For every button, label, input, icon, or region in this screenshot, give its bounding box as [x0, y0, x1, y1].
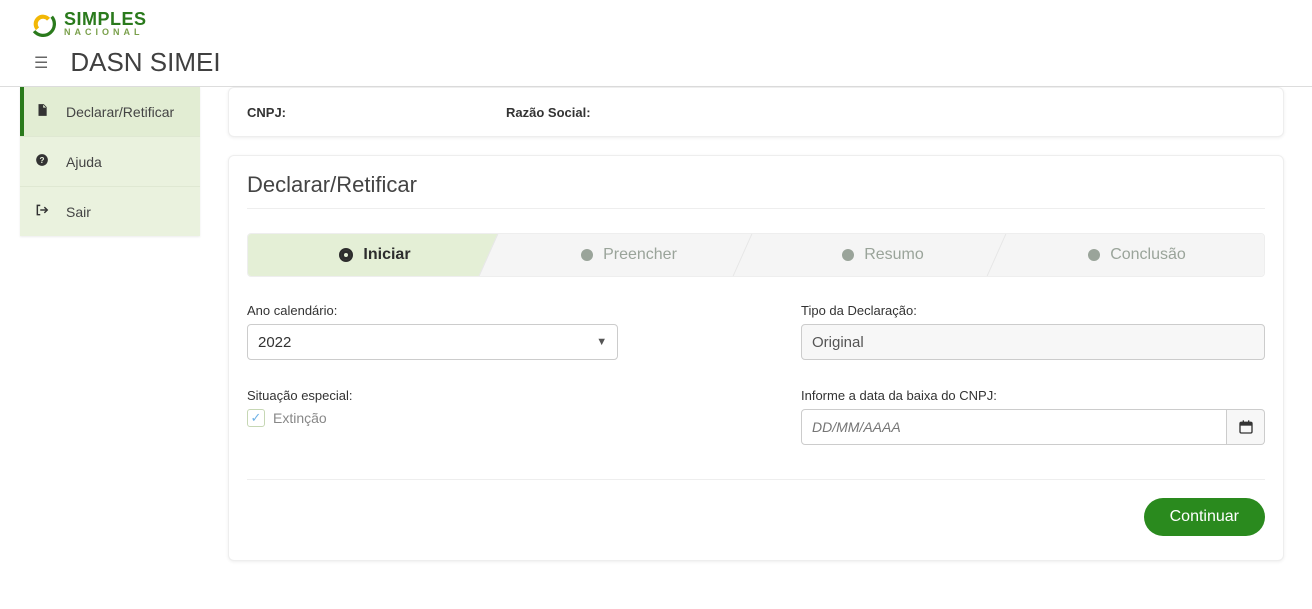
signout-icon	[34, 203, 50, 220]
svg-text:?: ?	[40, 156, 45, 165]
brand-line1: SIMPLES	[64, 10, 147, 28]
help-icon: ?	[34, 153, 50, 170]
sidebar-item-label: Ajuda	[66, 154, 102, 170]
tipo-display: Original	[801, 324, 1265, 360]
situacao-label: Situação especial:	[247, 388, 711, 403]
sidebar-item-label: Sair	[66, 204, 91, 220]
sidebar: Declarar/Retificar ? Ajuda Sair	[20, 87, 200, 236]
step-iniciar[interactable]: Iniciar	[248, 234, 502, 276]
step-label: Preencher	[603, 246, 677, 264]
brand-line2: NACIONAL	[64, 28, 147, 37]
cnpj-label: CNPJ:	[247, 105, 286, 120]
step-label: Conclusão	[1110, 246, 1186, 264]
stepper: Iniciar Preencher Resumo Conclusão	[247, 233, 1265, 277]
identity-card: CNPJ: Razão Social:	[228, 87, 1284, 137]
step-label: Resumo	[864, 246, 924, 264]
sidebar-item-label: Declarar/Retificar	[66, 104, 174, 120]
step-dot-icon	[842, 249, 854, 261]
calendar-icon	[1238, 419, 1254, 435]
tipo-label: Tipo da Declaração:	[801, 303, 1265, 318]
step-dot-icon	[581, 249, 593, 261]
situacao-option-label: Extinção	[273, 410, 327, 426]
app-title: DASN SIMEI	[70, 47, 220, 78]
data-baixa-input[interactable]	[801, 409, 1227, 445]
razao-label: Razão Social:	[506, 105, 591, 120]
situacao-checkbox[interactable]: ✓ Extinção	[247, 409, 327, 427]
sidebar-item-declarar[interactable]: Declarar/Retificar	[20, 87, 200, 136]
panel-title: Declarar/Retificar	[247, 172, 1265, 209]
step-resumo[interactable]: Resumo	[756, 234, 1010, 276]
check-icon: ✓	[247, 409, 265, 427]
data-baixa-label: Informe a data da baixa do CNPJ:	[801, 388, 1265, 403]
tipo-value: Original	[812, 334, 864, 351]
step-dot-icon	[1088, 249, 1100, 261]
chevron-down-icon: ▼	[596, 336, 607, 348]
step-conclusao[interactable]: Conclusão	[1010, 234, 1264, 276]
step-preencher[interactable]: Preencher	[502, 234, 756, 276]
step-dot-icon	[339, 248, 353, 262]
calendar-button[interactable]	[1227, 409, 1265, 445]
logo-swirl-icon	[30, 11, 56, 37]
declarar-panel: Declarar/Retificar Iniciar Preencher Res…	[228, 155, 1284, 561]
ano-select[interactable]: 2022 ▼	[247, 324, 618, 360]
ano-value: 2022	[258, 334, 291, 351]
file-icon	[34, 103, 50, 120]
step-label: Iniciar	[363, 246, 410, 264]
ano-label: Ano calendário:	[247, 303, 711, 318]
menu-toggle-icon[interactable]: ☰	[34, 53, 48, 73]
sidebar-item-ajuda[interactable]: ? Ajuda	[20, 136, 200, 186]
sidebar-item-sair[interactable]: Sair	[20, 186, 200, 236]
continuar-button[interactable]: Continuar	[1144, 498, 1265, 536]
brand-logo: SIMPLES NACIONAL	[30, 10, 1282, 41]
